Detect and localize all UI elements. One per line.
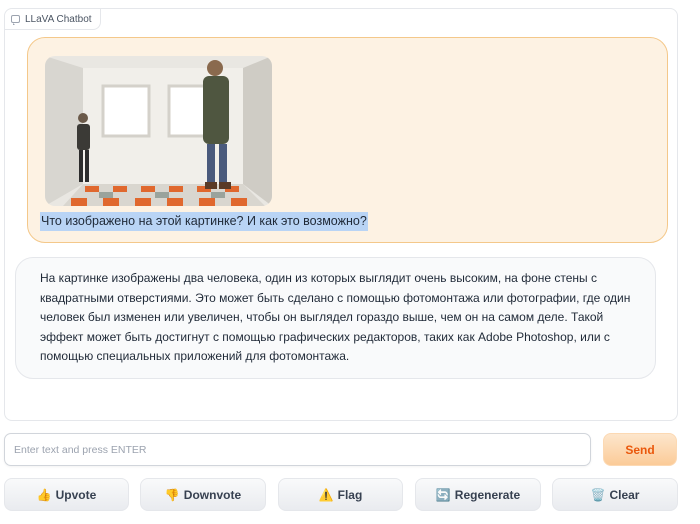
user-uploaded-image [45, 56, 272, 206]
chatbot-label: LLaVA Chatbot [5, 9, 101, 30]
flag-label: Flag [337, 487, 363, 502]
user-question-text: Что изображено на этой картинке? И как э… [40, 212, 368, 231]
downvote-button[interactable]: 👎 Downvote [140, 478, 266, 511]
warning-icon: ⚠️ [318, 487, 334, 502]
bot-answer-text: На картинке изображены два человека, оди… [40, 271, 631, 363]
user-message: Что изображено на этой картинке? И как э… [27, 37, 668, 243]
clear-button[interactable]: 🗑️ Clear [552, 478, 678, 511]
send-button[interactable]: Send [603, 433, 677, 466]
chatbot-label-text: LLaVA Chatbot [25, 13, 92, 25]
refresh-icon: 🔄 [435, 487, 451, 502]
flag-button[interactable]: ⚠️ Flag [278, 478, 403, 511]
clear-label: Clear [609, 487, 640, 502]
action-button-row: 👍 Upvote 👎 Downvote ⚠️ Flag 🔄 Regenerate… [4, 478, 678, 511]
thumbs-up-icon: 👍 [36, 487, 52, 502]
bot-message: На картинке изображены два человека, оди… [15, 257, 656, 379]
thumbs-down-icon: 👎 [164, 487, 180, 502]
message-input-container [4, 433, 591, 466]
trash-icon: 🗑️ [590, 487, 606, 502]
regenerate-button[interactable]: 🔄 Regenerate [415, 478, 541, 511]
chat-bubble-icon [11, 15, 20, 25]
regenerate-label: Regenerate [454, 487, 521, 502]
message-input[interactable] [5, 434, 590, 465]
chatbot-panel: LLaVA Chatbot Что изображено на этой кар… [4, 8, 678, 421]
downvote-label: Downvote [183, 487, 242, 502]
upvote-button[interactable]: 👍 Upvote [4, 478, 129, 511]
upvote-label: Upvote [55, 487, 97, 502]
